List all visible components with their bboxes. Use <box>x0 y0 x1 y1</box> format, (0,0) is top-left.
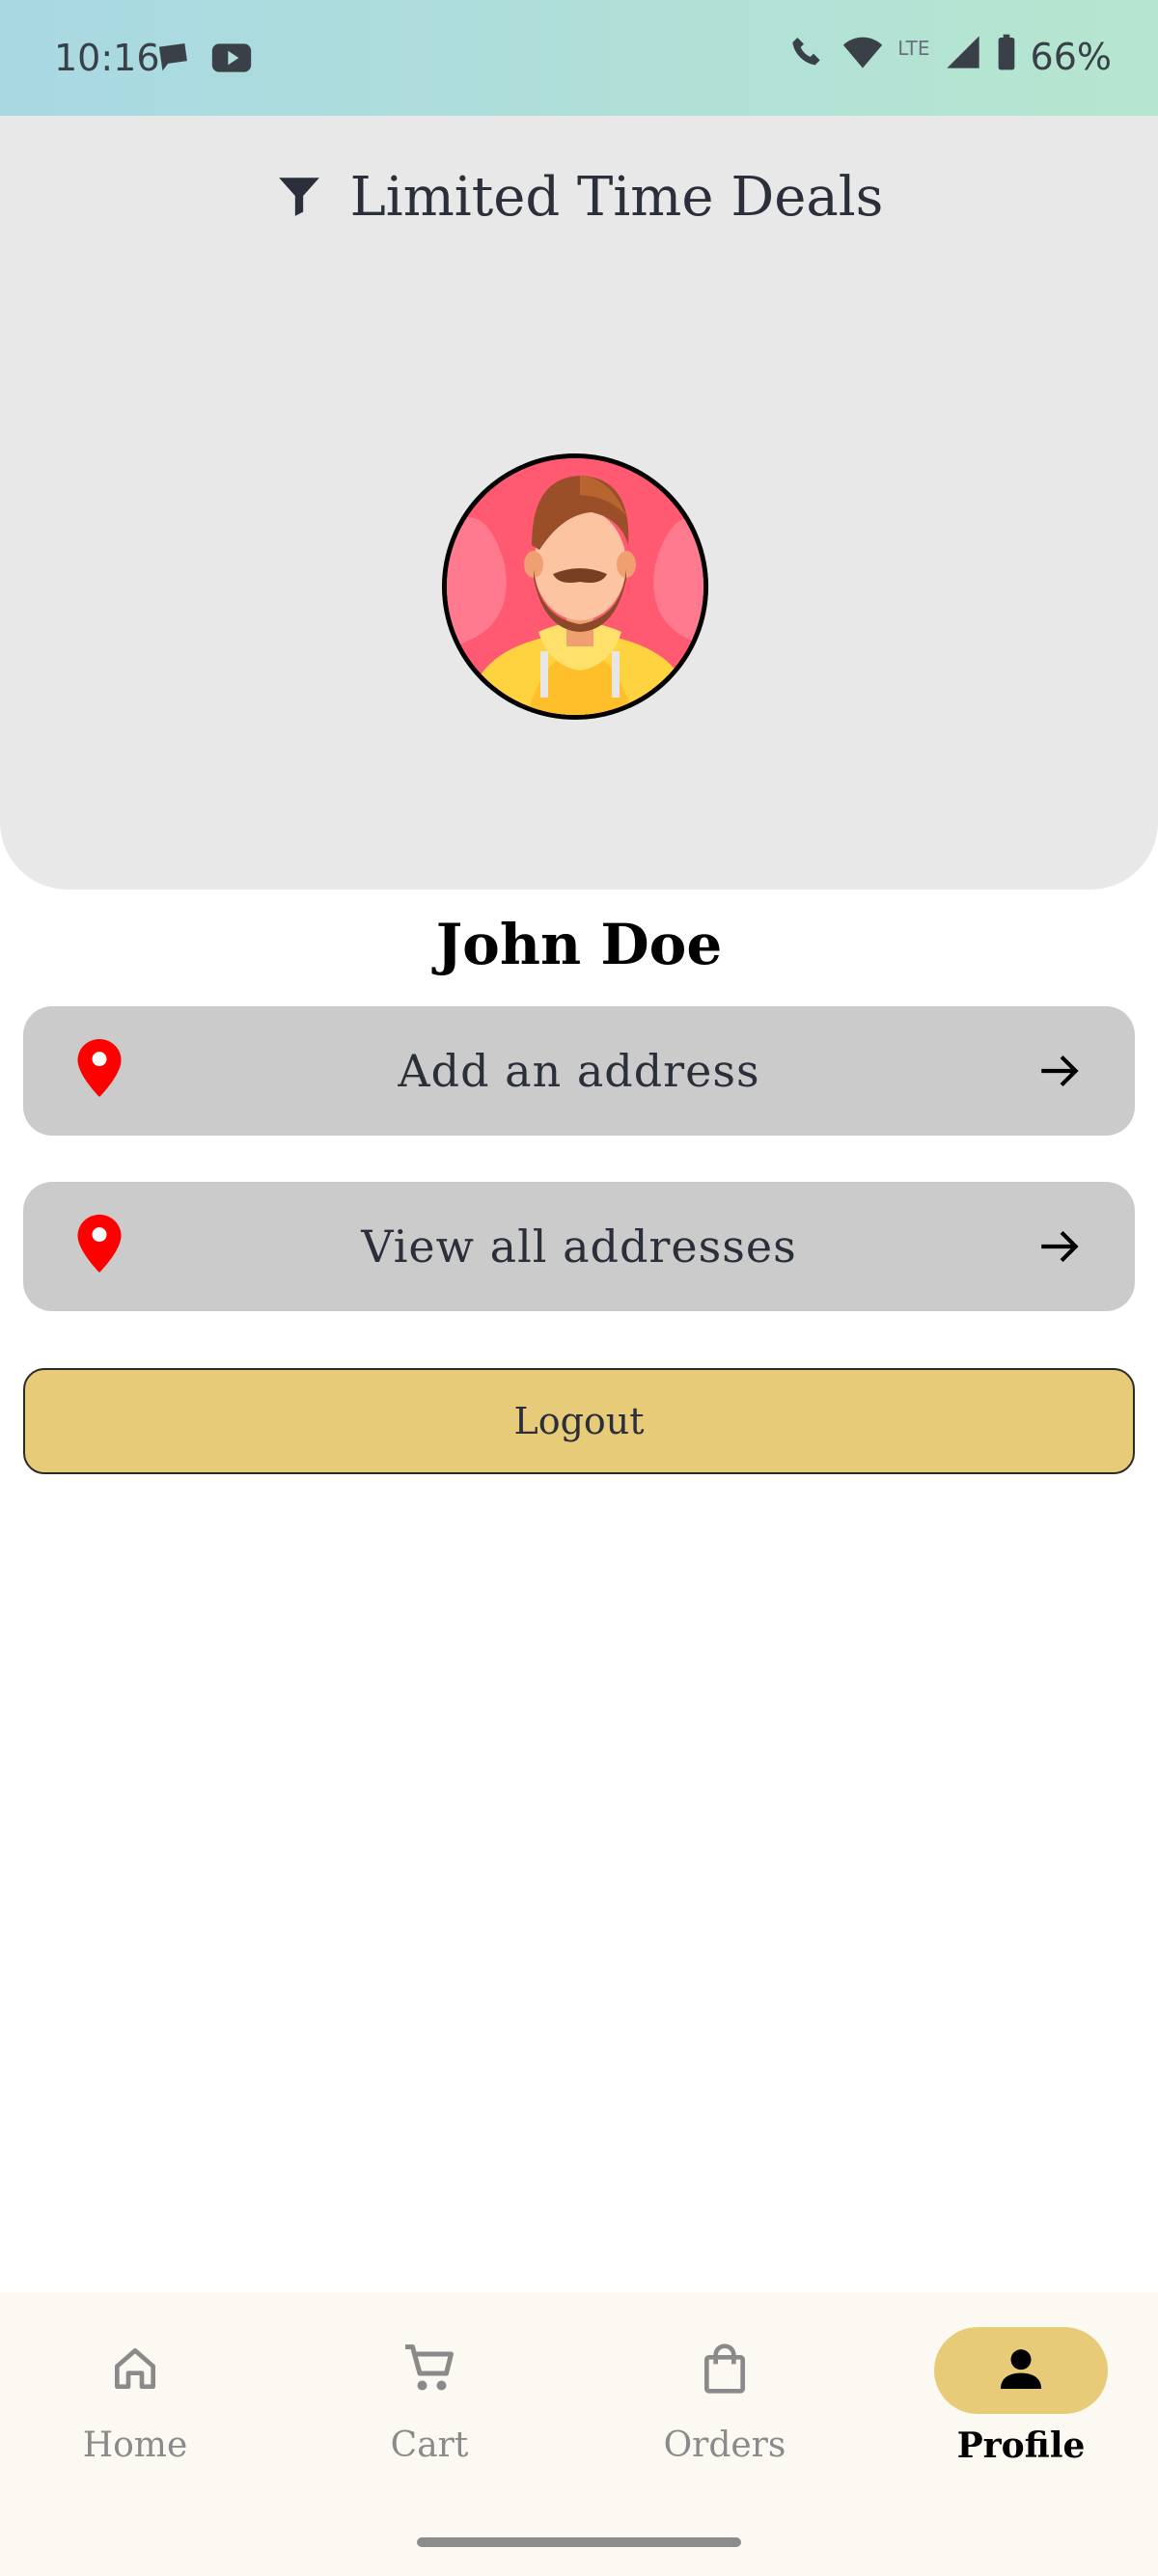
home-icon <box>108 2342 162 2399</box>
battery-percent: 66% <box>1030 35 1112 78</box>
home-indicator[interactable] <box>417 2537 741 2547</box>
arrow-right-icon <box>1034 1047 1085 1099</box>
cart-icon <box>400 2340 458 2401</box>
nav-profile[interactable]: Profile <box>905 2327 1137 2466</box>
wifi-call-icon <box>789 33 828 80</box>
user-name: John Doe <box>435 912 723 977</box>
nav-home[interactable]: Home <box>19 2327 251 2465</box>
logout-button[interactable]: Logout <box>23 1368 1135 1474</box>
profile-header: Limited Time Deals <box>0 116 1158 890</box>
deals-link[interactable]: Limited Time Deals <box>0 166 1158 229</box>
filter-icon <box>275 171 323 225</box>
nav-cart-label: Cart <box>390 2425 469 2465</box>
battery-icon <box>996 33 1017 80</box>
nav-orders[interactable]: Orders <box>609 2327 841 2465</box>
location-pin-icon <box>77 1215 122 1276</box>
add-address-button[interactable]: Add an address <box>23 1006 1135 1136</box>
nav-profile-label: Profile <box>956 2425 1086 2466</box>
chat-notification-icon <box>154 37 193 79</box>
nav-home-label: Home <box>82 2425 188 2465</box>
wifi-icon <box>841 33 884 80</box>
location-pin-icon <box>77 1039 122 1101</box>
youtube-notification-icon <box>210 37 253 79</box>
view-addresses-button[interactable]: View all addresses <box>23 1182 1135 1311</box>
status-bar: 10:16 LTE 66% <box>0 0 1158 116</box>
status-icons: LTE 66% <box>789 33 1112 80</box>
person-icon <box>994 2342 1048 2399</box>
signal-icon <box>944 33 982 80</box>
status-time: 10:16 <box>54 37 160 79</box>
arrow-right-icon <box>1034 1222 1085 1274</box>
lte-label: LTE <box>897 37 930 60</box>
deals-title: Limited Time Deals <box>349 166 884 229</box>
nav-cart[interactable]: Cart <box>314 2327 545 2465</box>
bottom-nav: Home Cart Orders Profile <box>0 2292 1158 2576</box>
bag-icon <box>698 2340 752 2401</box>
add-address-label: Add an address <box>398 1045 760 1097</box>
nav-orders-label: Orders <box>663 2425 786 2465</box>
avatar[interactable] <box>442 453 708 720</box>
view-addresses-label: View all addresses <box>361 1220 797 1273</box>
